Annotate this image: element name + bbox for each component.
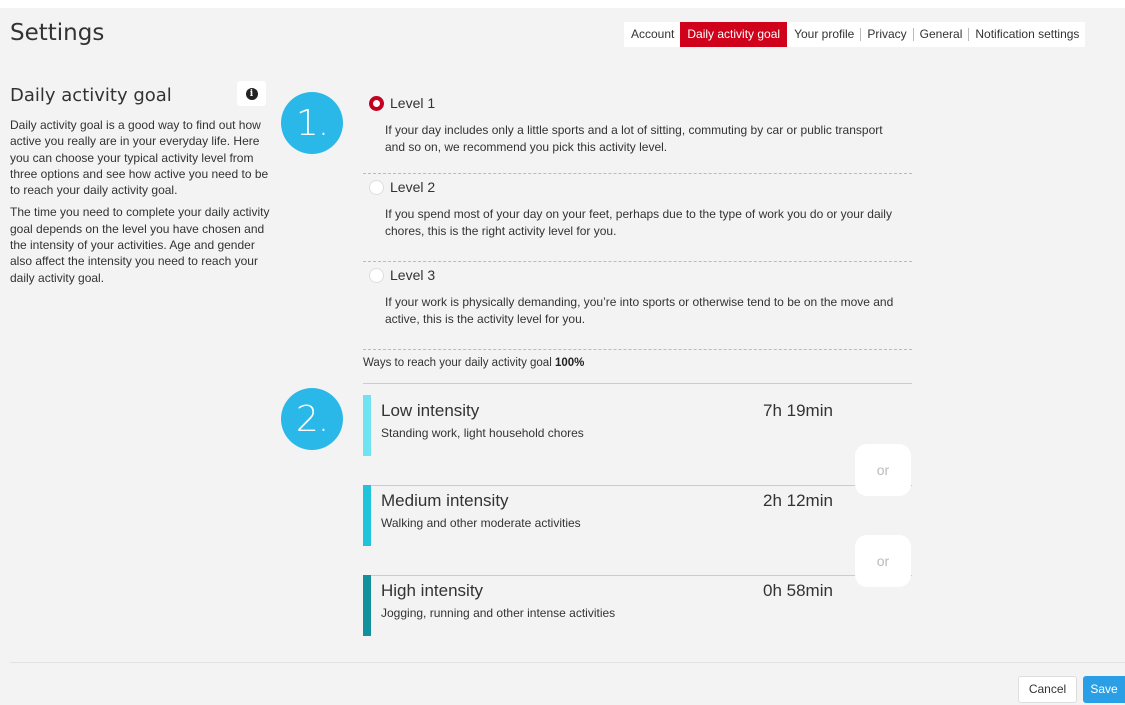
intensity-name: Low intensity: [381, 401, 480, 420]
goal-percent: 100%: [554, 357, 585, 369]
intensity-row-medium: Medium intensity Walking and other moder…: [363, 485, 912, 576]
or-separator: or: [855, 444, 911, 496]
tab-notification-settings[interactable]: Notification settings: [968, 22, 1085, 47]
level-option-1: Level 1 If your day includes only a litt…: [363, 90, 912, 174]
page-title: Settings: [10, 20, 105, 46]
level-label: Level 2: [390, 179, 436, 195]
info-button[interactable]: i: [237, 81, 266, 106]
footer-divider: [10, 662, 1125, 663]
intensity-color-bar: [363, 485, 371, 546]
level-description: If your day includes only a little sport…: [385, 123, 883, 154]
intensity-description: Jogging, running and other intense activ…: [381, 606, 616, 620]
level-label: Level 1: [390, 95, 436, 111]
intensity-description: Walking and other moderate activities: [381, 516, 581, 530]
tab-daily-activity-goal[interactable]: Daily activity goal: [680, 22, 788, 47]
intensity-time: 0h 58min: [763, 581, 833, 600]
level-1-radio-row[interactable]: Level 1: [363, 90, 912, 111]
tab-your-profile[interactable]: Your profile: [787, 22, 860, 47]
intensity-row-high: High intensity Jogging, running and othe…: [363, 575, 912, 665]
intensity-time: 7h 19min: [763, 401, 833, 420]
intensity-color-bar: [363, 395, 371, 456]
tab-general[interactable]: General: [912, 22, 969, 47]
level-description: If you spend most of your day on your fe…: [385, 207, 892, 238]
step-2-badge: 2.: [281, 388, 343, 450]
description-paragraph: The time you need to complete your daily…: [10, 205, 270, 285]
radio-unchecked-icon[interactable]: [369, 179, 384, 195]
info-icon: i: [245, 87, 258, 100]
section-title: Daily activity goal: [10, 85, 172, 106]
activity-level-options: Level 1 If your day includes only a litt…: [363, 90, 912, 350]
section-description: Daily activity goal is a good way to fin…: [10, 117, 280, 292]
intensity-row-low: Low intensity Standing work, light house…: [363, 395, 912, 486]
level-3-radio-row[interactable]: Level 3: [363, 262, 912, 283]
level-2-radio-row[interactable]: Level 2: [363, 174, 912, 195]
settings-tabs: Account Daily activity goal Your profile…: [624, 22, 1086, 47]
intensity-name: High intensity: [381, 581, 484, 600]
intensity-description: Standing work, light household chores: [381, 426, 584, 440]
or-separator: or: [855, 535, 911, 587]
description-paragraph: Daily activity goal is a good way to fin…: [10, 118, 269, 198]
tab-privacy[interactable]: Privacy: [860, 22, 912, 47]
radio-checked-icon[interactable]: [369, 95, 384, 111]
step-1-badge: 1.: [281, 92, 343, 154]
cancel-button[interactable]: Cancel: [1018, 676, 1077, 703]
top-bar: [0, 0, 1125, 8]
level-option-3: Level 3 If your work is physically deman…: [363, 262, 912, 350]
level-description: If your work is physically demanding, yo…: [385, 295, 894, 326]
intensity-name: Medium intensity: [381, 491, 509, 510]
tab-account[interactable]: Account: [624, 22, 680, 47]
ways-text: Ways to reach your daily activity goal: [363, 357, 555, 369]
level-label: Level 3: [390, 267, 436, 283]
intensity-color-bar: [363, 575, 371, 636]
radio-unchecked-icon[interactable]: [369, 267, 384, 283]
save-button[interactable]: Save: [1083, 676, 1125, 703]
intensity-time: 2h 12min: [763, 491, 833, 510]
ways-to-reach-goal: Ways to reach your daily activity goal 1…: [363, 357, 912, 384]
level-option-2: Level 2 If you spend most of your day on…: [363, 174, 912, 262]
